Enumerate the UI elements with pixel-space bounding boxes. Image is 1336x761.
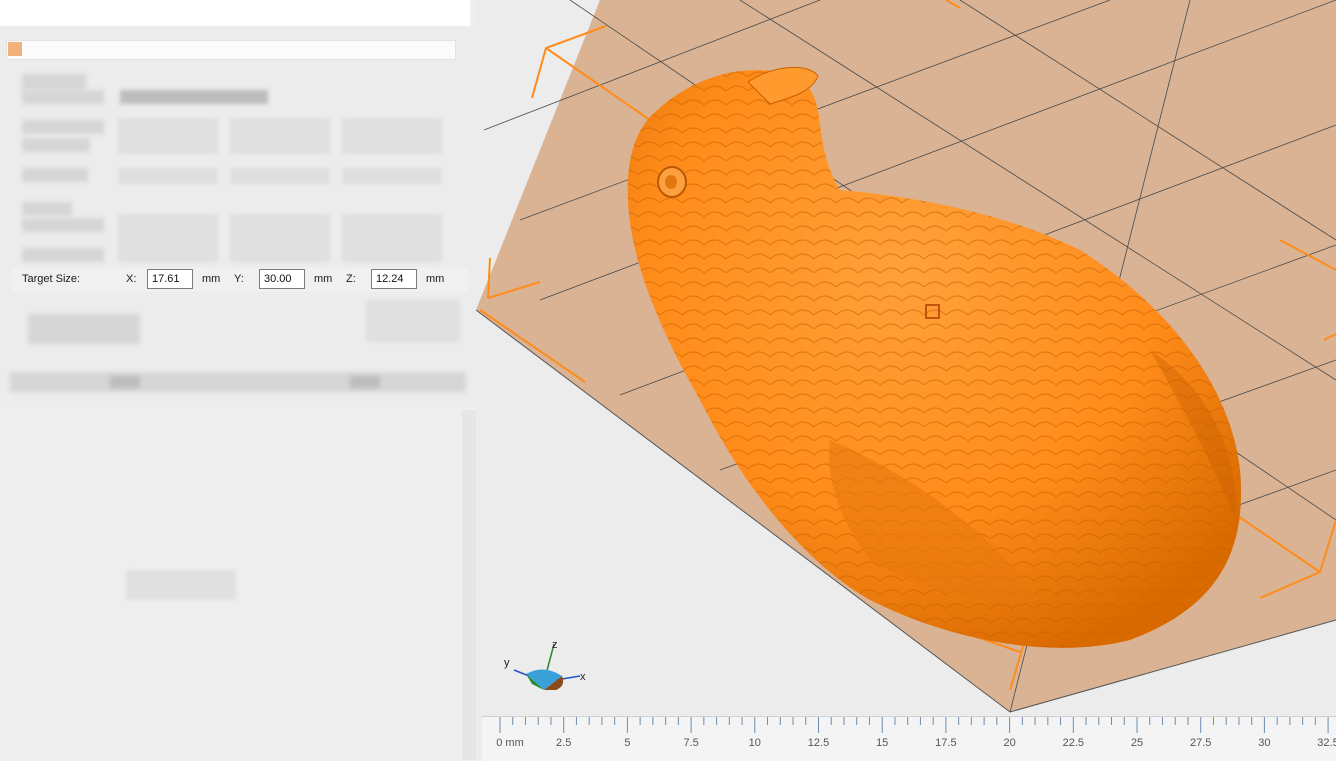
ruler-ticks	[499, 717, 1329, 733]
ruler-tick-label: 2.5	[556, 737, 572, 749]
redacted-field	[120, 90, 268, 104]
3d-viewport[interactable]: z y x	[476, 0, 1336, 760]
ruler-tick-label: 22.5	[1062, 737, 1085, 749]
redacted-label	[22, 138, 90, 152]
redacted-label	[22, 90, 104, 104]
redacted-button[interactable]	[366, 300, 460, 342]
axis-gizmo: z y x	[504, 639, 586, 690]
ruler-tick-label: 5	[624, 737, 631, 749]
redacted-label	[22, 168, 88, 182]
ruler-tick-label: 20	[1003, 737, 1016, 749]
target-size-row: Target Size: X: mm Y: mm Z: mm	[12, 268, 468, 292]
redacted-field	[230, 118, 330, 154]
ruler-tick-label: 30	[1258, 737, 1271, 749]
redacted-label	[22, 248, 104, 262]
ruler-tick-label: 10	[748, 737, 761, 749]
redacted-field	[342, 118, 442, 154]
x-label: X:	[126, 273, 137, 285]
ruler-tick-label: 7.5	[683, 737, 699, 749]
y-unit: mm	[314, 273, 333, 285]
z-axis-label: z	[552, 639, 558, 651]
y-axis-label: y	[504, 657, 510, 669]
redacted-field	[230, 168, 330, 184]
redacted-footer-item	[110, 376, 140, 388]
redacted-placeholder	[126, 570, 236, 600]
ruler-tick-label: 15	[876, 737, 889, 749]
panel-scrollbar[interactable]	[462, 410, 476, 760]
x-unit: mm	[202, 273, 221, 285]
redacted-footer-item	[350, 376, 380, 388]
ruler-tick-label: 25	[1130, 737, 1144, 749]
redacted-label	[22, 120, 104, 134]
dialog-titlebar	[6, 40, 456, 60]
redacted-label	[22, 74, 86, 90]
target-z-input[interactable]	[371, 269, 417, 289]
ruler-tick-label: 17.5	[935, 737, 957, 749]
object-list-panel	[12, 424, 460, 760]
x-axis-label: x	[580, 671, 586, 683]
scale-dialog: Target Size: X: mm Y: mm Z: mm	[0, 26, 477, 408]
horizontal-ruler: 0 mm 2.5 5 7.5 10 12.5 15 17.5 20 22.5 25 27.5 30 32.…	[482, 716, 1336, 761]
scene-canvas[interactable]	[476, 0, 1336, 760]
ruler-tick-label: 12.5	[807, 737, 830, 749]
redacted-footer	[10, 372, 466, 392]
left-panel: Target Size: X: mm Y: mm Z: mm	[0, 0, 477, 760]
redacted-field	[342, 168, 442, 184]
y-label: Y:	[234, 273, 244, 285]
redacted-field	[118, 214, 218, 262]
redacted-field	[230, 214, 330, 262]
target-y-input[interactable]	[259, 269, 305, 289]
ruler-tick-label: 0 mm	[496, 737, 524, 749]
redacted-field	[118, 168, 218, 184]
ruler-tick-label: 27.5	[1189, 737, 1212, 749]
target-size-label: Target Size:	[22, 273, 81, 285]
app-icon	[8, 42, 22, 56]
z-unit: mm	[426, 273, 445, 285]
redacted-field	[342, 214, 442, 262]
redacted-label	[22, 218, 104, 232]
target-x-input[interactable]	[147, 269, 193, 289]
top-strip	[0, 0, 470, 26]
z-label: Z:	[346, 273, 356, 285]
redacted-label	[22, 202, 72, 216]
ruler-tick-label: 32.5	[1317, 737, 1336, 749]
redacted-checkbox[interactable]	[28, 314, 140, 344]
redacted-field	[118, 118, 218, 154]
